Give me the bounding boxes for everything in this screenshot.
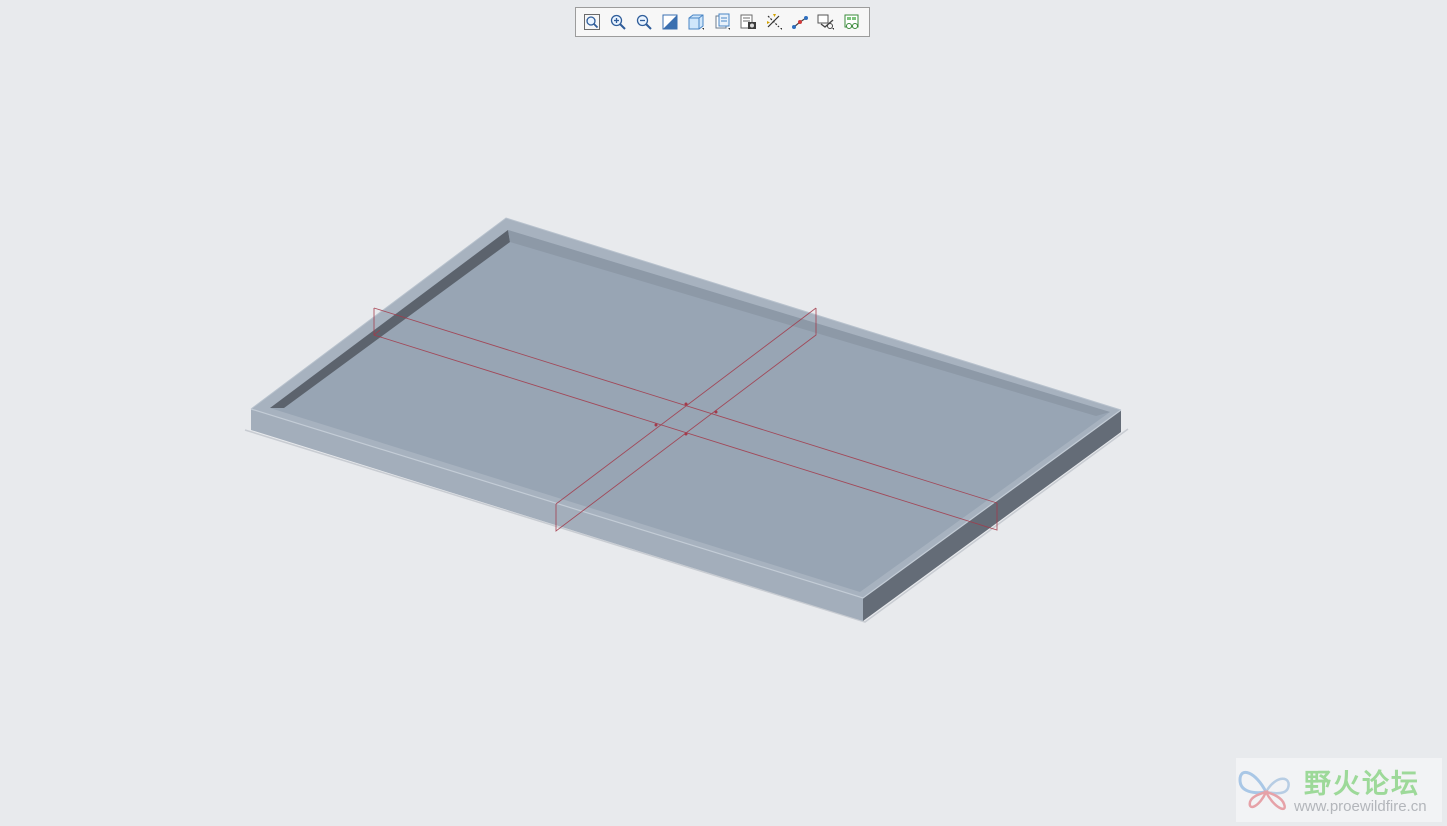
watermark-url: www.proewildfire.cn bbox=[1294, 798, 1427, 815]
spin-center-button[interactable] bbox=[815, 11, 837, 33]
appearance-gallery-button[interactable] bbox=[841, 11, 863, 33]
watermark-brand: 野火论坛 bbox=[1304, 769, 1420, 800]
zoom-in-button[interactable] bbox=[607, 11, 629, 33]
datum-display-filters-icon bbox=[767, 14, 782, 30]
datum-display-filters-button[interactable] bbox=[763, 11, 785, 33]
saved-orientations-icon bbox=[715, 13, 730, 30]
refit-button[interactable] bbox=[581, 11, 603, 33]
annotation-display-button[interactable] bbox=[789, 11, 811, 33]
view-manager-button[interactable] bbox=[737, 11, 759, 33]
repaint-icon bbox=[662, 14, 678, 30]
display-style-button[interactable] bbox=[685, 11, 707, 33]
repaint-button[interactable] bbox=[659, 11, 681, 33]
annotation-display-icon bbox=[792, 16, 808, 29]
watermark: 野火论坛 www.proewildfire.cn bbox=[1236, 758, 1442, 822]
graphics-window[interactable]: 野火论坛 www.proewildfire.cn bbox=[0, 0, 1447, 826]
model-view-canvas[interactable] bbox=[0, 0, 1447, 826]
butterfly-logo-icon bbox=[1238, 770, 1290, 811]
appearance-gallery-icon bbox=[844, 14, 859, 29]
spin-center-icon bbox=[817, 14, 834, 30]
zoom-out-button[interactable] bbox=[633, 11, 655, 33]
display-style-icon bbox=[688, 14, 704, 30]
view-toolbar bbox=[575, 7, 870, 37]
zoom-out-icon bbox=[636, 14, 652, 30]
refit-icon bbox=[584, 14, 600, 30]
view-manager-icon bbox=[740, 14, 756, 29]
saved-orientations-button[interactable] bbox=[711, 11, 733, 33]
zoom-in-icon bbox=[610, 14, 626, 30]
